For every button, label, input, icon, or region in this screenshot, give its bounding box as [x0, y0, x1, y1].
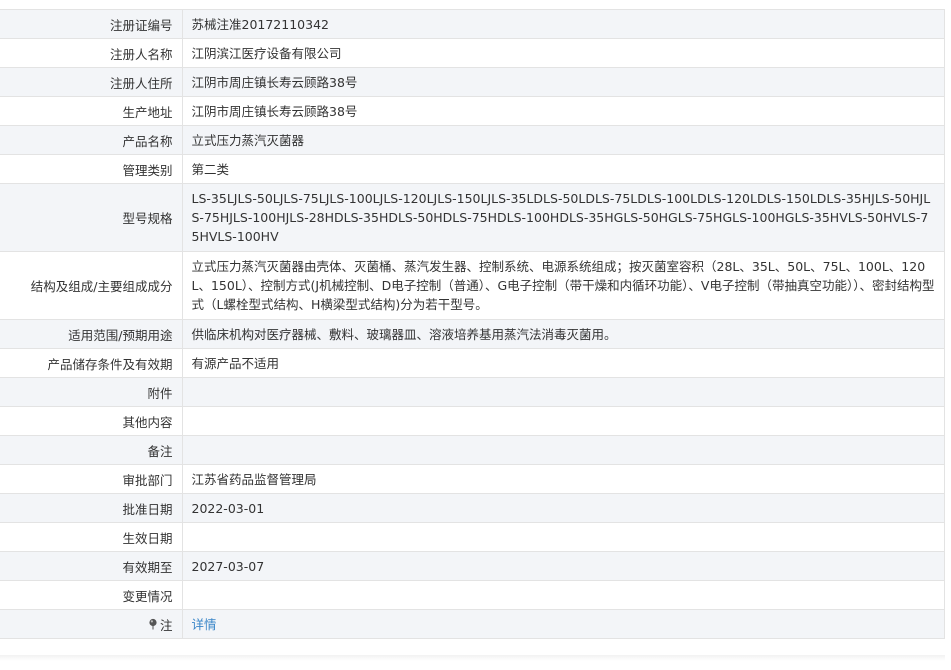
- row-value: [182, 580, 945, 610]
- row-value: [182, 522, 945, 552]
- row-label: 其他内容: [0, 406, 183, 436]
- note-label-cell: 注: [0, 609, 183, 639]
- table-row-note: 注 详情: [0, 609, 945, 639]
- row-label: 注册人名称: [0, 38, 183, 68]
- row-value: 立式压力蒸汽灭菌器由壳体、灭菌桶、蒸汽发生器、控制系统、电源系统组成；按灭菌室容…: [182, 251, 945, 320]
- row-value: 第二类: [182, 154, 945, 184]
- table-row-remarks: 备注: [0, 435, 945, 465]
- row-value: 江苏省药品监督管理局: [182, 464, 945, 494]
- table-row-attachments: 附件: [0, 377, 945, 407]
- table-row-storage-validity: 产品储存条件及有效期 有源产品不适用: [0, 348, 945, 378]
- table-row-approval-dept: 审批部门 江苏省药品监督管理局: [0, 464, 945, 494]
- registration-detail-table: 注册证编号 苏械注准20172110342 注册人名称 江阴滨江医疗设备有限公司…: [0, 9, 945, 639]
- row-value: 有源产品不适用: [182, 348, 945, 378]
- note-value-cell: 详情: [182, 609, 945, 639]
- row-label: 生效日期: [0, 522, 183, 552]
- row-value: 供临床机构对医疗器械、敷料、玻璃器皿、溶液培养基用蒸汽法消毒灭菌用。: [182, 319, 945, 349]
- row-label: 注册人住所: [0, 67, 183, 97]
- row-label: 审批部门: [0, 464, 183, 494]
- details-link[interactable]: 详情: [192, 617, 217, 632]
- table-row-registrant-address: 注册人住所 江阴市周庄镇长寿云顾路38号: [0, 67, 945, 97]
- row-value: 2027-03-07: [182, 551, 945, 581]
- row-value: [182, 406, 945, 436]
- row-label: 型号规格: [0, 183, 183, 252]
- row-label: 产品储存条件及有效期: [0, 348, 183, 378]
- row-label: 产品名称: [0, 125, 183, 155]
- row-value: 苏械注准20172110342: [182, 9, 945, 39]
- row-label: 注册证编号: [0, 9, 183, 39]
- table-row-valid-until: 有效期至 2027-03-07: [0, 551, 945, 581]
- table-row-other-content: 其他内容: [0, 406, 945, 436]
- table-row-intended-use: 适用范围/预期用途 供临床机构对医疗器械、敷料、玻璃器皿、溶液培养基用蒸汽法消毒…: [0, 319, 945, 349]
- row-value: 江阴市周庄镇长寿云顾路38号: [182, 67, 945, 97]
- row-value: 江阴市周庄镇长寿云顾路38号: [182, 96, 945, 126]
- table-row-change-status: 变更情况: [0, 580, 945, 610]
- table-row-production-address: 生产地址 江阴市周庄镇长寿云顾路38号: [0, 96, 945, 126]
- table-row-management-class: 管理类别 第二类: [0, 154, 945, 184]
- row-label: 备注: [0, 435, 183, 465]
- row-value: LS-35LJLS-50LJLS-75LJLS-100LJLS-120LJLS-…: [182, 183, 945, 252]
- row-value: 江阴滨江医疗设备有限公司: [182, 38, 945, 68]
- table-row-registrant-name: 注册人名称 江阴滨江医疗设备有限公司: [0, 38, 945, 68]
- row-label: 适用范围/预期用途: [0, 319, 183, 349]
- table-row-product-name: 产品名称 立式压力蒸汽灭菌器: [0, 125, 945, 155]
- row-value: 2022-03-01: [182, 493, 945, 523]
- table-row-reg-number: 注册证编号 苏械注准20172110342: [0, 9, 945, 39]
- row-value: [182, 435, 945, 465]
- row-label: 附件: [0, 377, 183, 407]
- row-label: 管理类别: [0, 154, 183, 184]
- table-row-model-spec: 型号规格 LS-35LJLS-50LJLS-75LJLS-100LJLS-120…: [0, 183, 945, 252]
- pin-icon: [149, 618, 157, 630]
- row-label: 批准日期: [0, 493, 183, 523]
- bottom-shadow-divider: [0, 655, 945, 661]
- row-label: 有效期至: [0, 551, 183, 581]
- row-label: 结构及组成/主要组成成分: [0, 251, 183, 320]
- row-value: 立式压力蒸汽灭菌器: [182, 125, 945, 155]
- row-value: [182, 377, 945, 407]
- table-row-effective-date: 生效日期: [0, 522, 945, 552]
- row-label: 变更情况: [0, 580, 183, 610]
- row-label: 生产地址: [0, 96, 183, 126]
- note-label: 注: [148, 615, 173, 634]
- note-label-text: 注: [159, 617, 173, 633]
- table-row-structure-composition: 结构及组成/主要组成成分 立式压力蒸汽灭菌器由壳体、灭菌桶、蒸汽发生器、控制系统…: [0, 251, 945, 320]
- table-row-approval-date: 批准日期 2022-03-01: [0, 493, 945, 523]
